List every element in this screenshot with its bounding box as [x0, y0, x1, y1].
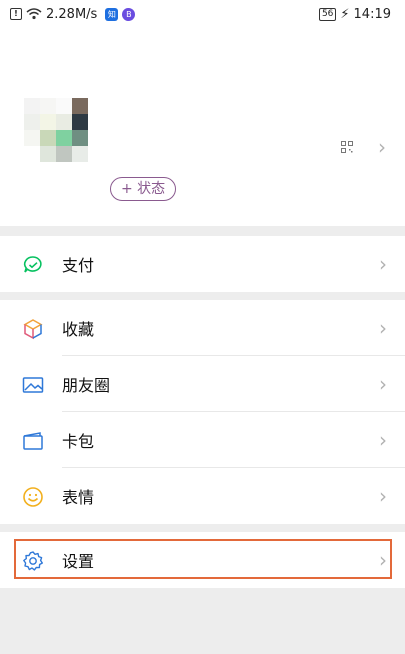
menu-item-label: 朋友圈 [62, 376, 111, 395]
stickers-smiley-icon [23, 487, 43, 507]
chevron-right-icon: › [379, 484, 387, 508]
moments-photo-icon [22, 377, 44, 393]
menu-item-label: 表情 [62, 488, 95, 507]
pay-group: 支付 › [0, 236, 405, 292]
notification-icon: ! [10, 8, 22, 20]
chevron-right-icon[interactable]: › [378, 137, 386, 157]
status-bar: ! 2.28M/s 知 B 56 ⚡ 14:19 [0, 0, 405, 28]
qr-code-icon[interactable] [341, 141, 353, 153]
menu-item-moments[interactable]: 朋友圈 › [0, 356, 405, 412]
menu-item-label: 支付 [62, 256, 95, 275]
battery-icon: 56 [318, 7, 337, 21]
avatar[interactable] [24, 98, 88, 162]
charging-icon: ⚡ [340, 6, 350, 22]
settings-highlight-box [14, 539, 392, 579]
chevron-right-icon: › [379, 372, 387, 396]
chevron-right-icon: › [379, 316, 387, 340]
services-group: 收藏 › 朋友圈 › 卡包 › 表情 › [0, 300, 405, 524]
menu-item-stickers[interactable]: 表情 › [0, 468, 405, 524]
menu-item-favorites[interactable]: 收藏 › [0, 300, 405, 356]
chevron-right-icon: › [379, 428, 387, 452]
network-speed: 2.28M/s [46, 6, 98, 22]
wifi-icon [26, 8, 42, 20]
clock: 14:19 [353, 6, 391, 22]
bilibili-app-icon: B [122, 7, 136, 21]
zhihu-app-icon: 知 [105, 7, 119, 21]
menu-item-pay[interactable]: 支付 › [0, 236, 405, 292]
menu-item-label: 卡包 [62, 432, 95, 451]
pay-icon [23, 256, 42, 273]
add-status-button[interactable]: + 状态 [110, 177, 177, 201]
menu-item-cards[interactable]: 卡包 › [0, 412, 405, 468]
menu-item-label: 收藏 [62, 320, 95, 339]
favorites-cube-icon [23, 319, 43, 340]
status-bar-left: ! 2.28M/s 知 B [10, 6, 136, 22]
profile-header[interactable]: › + 状态 [0, 28, 405, 226]
cards-wallet-icon [23, 432, 43, 450]
status-bar-right: 56 ⚡ 14:19 [318, 6, 391, 22]
chevron-right-icon: › [379, 252, 387, 276]
